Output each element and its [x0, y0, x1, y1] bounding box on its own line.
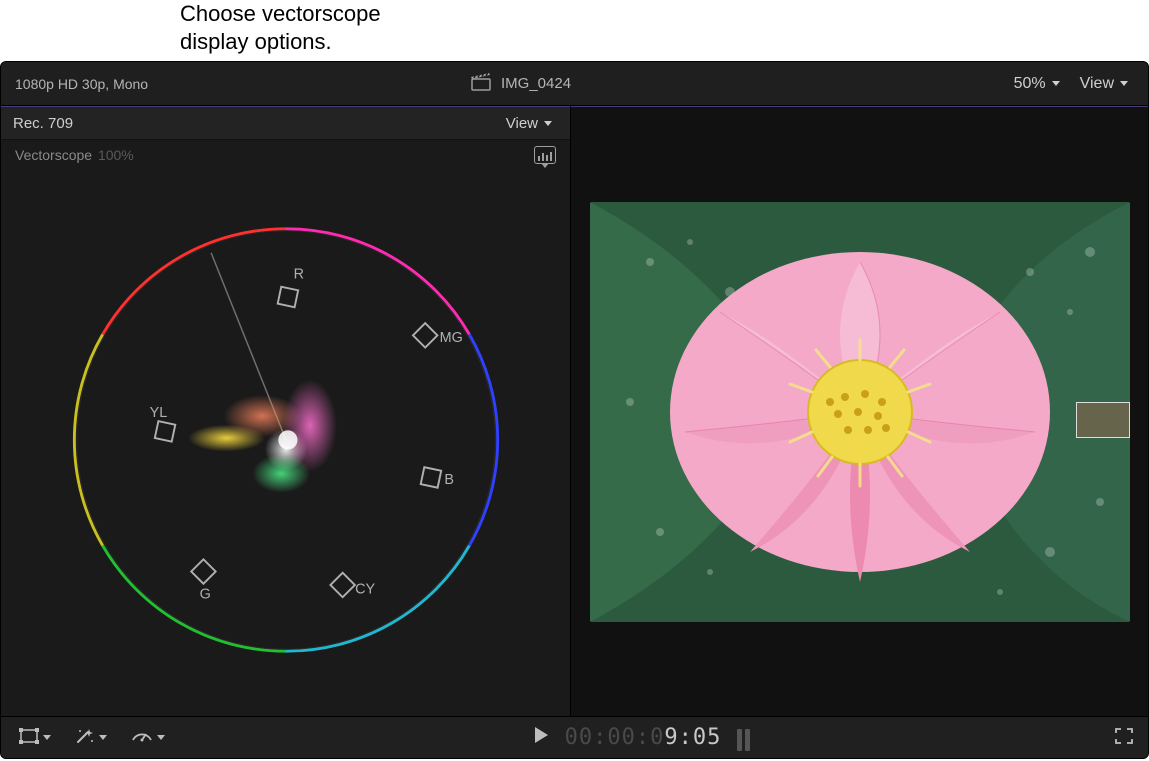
scopes-view-dropdown[interactable]: View: [500, 111, 558, 136]
fullscreen-button[interactable]: [1114, 727, 1134, 748]
viewer-view-dropdown[interactable]: View: [1074, 71, 1134, 97]
viewer-canvas[interactable]: [571, 107, 1148, 716]
scope-scale-label: 100%: [98, 147, 134, 163]
callout-text: Choose vectorscope display options.: [180, 0, 440, 61]
selection-overlay[interactable]: [1076, 402, 1130, 438]
chevron-down-icon: [544, 121, 552, 126]
target-g: G: [199, 586, 210, 602]
fullscreen-icon: [1114, 732, 1134, 748]
chevron-down-icon: [157, 735, 165, 740]
scope-type-label: Vectorscope: [15, 147, 92, 163]
target-cy: CY: [355, 582, 375, 598]
retime-tool-dropdown[interactable]: [127, 724, 169, 751]
format-label: 1080p HD 30p, Mono: [15, 76, 461, 92]
scope-subheader: Vectorscope 100%: [1, 140, 570, 164]
content-area: Rec. 709 View Vectorscope 100%: [1, 106, 1148, 716]
zoom-value: 50%: [1014, 75, 1046, 93]
chevron-down-icon: [1120, 81, 1128, 86]
scopes-view-label: View: [506, 115, 538, 132]
chevron-down-icon: [43, 735, 51, 740]
transform-tool-dropdown[interactable]: [15, 724, 55, 751]
play-button[interactable]: [533, 726, 549, 749]
target-yl: YL: [149, 405, 167, 421]
enhance-tool-dropdown[interactable]: [71, 723, 111, 752]
play-icon: [533, 728, 549, 748]
viewer-panel: [571, 106, 1148, 716]
transport-bar: 00:00:09:05: [1, 716, 1148, 758]
retime-icon: [131, 728, 153, 747]
callout-line1: Choose vectorscope: [180, 0, 440, 28]
target-b: B: [444, 472, 454, 488]
timecode-leading: 00:00:0: [565, 725, 665, 750]
audio-meter: [737, 725, 750, 751]
scope-settings-button[interactable]: [534, 146, 556, 164]
clapperboard-icon: [471, 73, 491, 95]
chevron-down-icon: [1052, 81, 1060, 86]
zoom-dropdown[interactable]: 50%: [1008, 71, 1066, 97]
enhance-icon: [75, 727, 95, 748]
timecode-display[interactable]: 00:00:09:05: [565, 725, 722, 750]
app-window: 1080p HD 30p, Mono IMG_0424 50% View: [0, 61, 1149, 759]
scopes-panel: Rec. 709 View Vectorscope 100%: [1, 106, 571, 716]
preview-image: [590, 202, 1130, 622]
transform-icon: [19, 728, 39, 747]
target-mg: MG: [439, 330, 462, 346]
callout-line2: display options.: [180, 28, 440, 56]
timecode-value: 9:05: [664, 725, 721, 750]
chevron-down-icon: [99, 735, 107, 740]
clip-name: IMG_0424: [501, 75, 571, 92]
target-r: R: [293, 267, 303, 283]
scopes-header: Rec. 709 View: [1, 106, 570, 140]
viewer-top-bar: 1080p HD 30p, Mono IMG_0424 50% View: [1, 62, 1148, 106]
viewer-view-label: View: [1080, 75, 1114, 93]
vectorscope-svg: R MG B CY G YL: [46, 200, 526, 680]
vectorscope-display: R MG B CY G YL: [1, 164, 570, 716]
color-space-label: Rec. 709: [13, 115, 73, 132]
